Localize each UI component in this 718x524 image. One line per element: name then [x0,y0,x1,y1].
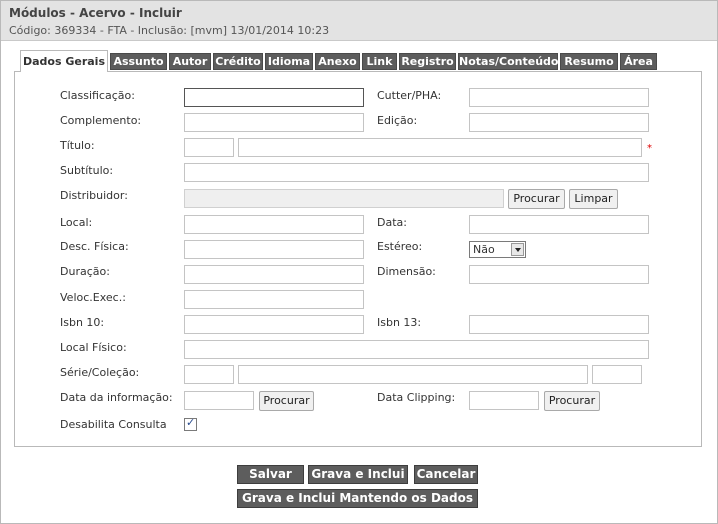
tab-idioma[interactable]: Idioma [265,53,313,70]
isbn10-input[interactable] [184,315,364,334]
record-info: Código: 369334 - FTA - Inclusão: [mvm] 1… [9,24,330,37]
serie-input[interactable] [238,365,588,384]
tab-link[interactable]: Link [362,53,397,70]
local-fisico-input[interactable] [184,340,649,359]
cancel-button[interactable]: Cancelar [414,465,478,484]
tab-autor[interactable]: Autor [169,53,211,70]
edicao-input[interactable] [469,113,649,132]
local-fisico-label: Local Físico: [60,341,127,354]
tab-registro[interactable]: Registro [399,53,456,70]
duracao-label: Duração: [60,265,110,278]
classificacao-label: Classificação: [60,89,135,102]
isbn10-label: Isbn 10: [60,316,105,329]
data-label: Data: [377,216,407,229]
duracao-input[interactable] [184,265,364,284]
titulo-label: Título: [60,139,95,152]
estereo-select[interactable]: Não [469,241,526,258]
tab-area[interactable]: Área [620,53,657,70]
data-informacao-procurar-button[interactable]: Procurar [259,391,314,411]
grava-inclui-mantendo-button[interactable]: Grava e Inclui Mantendo os Dados [237,489,478,508]
serie-number-input[interactable] [592,365,642,384]
data-informacao-input[interactable] [184,391,254,410]
cutter-input[interactable] [469,88,649,107]
classificacao-input[interactable] [184,88,364,107]
subtitulo-label: Subtítulo: [60,164,114,177]
local-label: Local: [60,216,93,229]
desabilita-label: Desabilita Consulta [60,418,167,431]
subtitulo-input[interactable] [184,163,649,182]
edicao-label: Edição: [377,114,418,127]
data-clipping-input[interactable] [469,391,539,410]
cutter-label: Cutter/PHA: [377,89,442,102]
veloc-input[interactable] [184,290,364,309]
titulo-input[interactable] [238,138,642,157]
isbn13-label: Isbn 13: [377,316,422,329]
local-input[interactable] [184,215,364,234]
complemento-input[interactable] [184,113,364,132]
grava-inclui-button[interactable]: Grava e Inclui [308,465,408,484]
estereo-value: Não [473,243,495,256]
data-informacao-label: Data da informação: [60,391,173,404]
chevron-down-icon[interactable] [511,243,524,256]
desc-fisica-input[interactable] [184,240,364,259]
distribuidor-limpar-button[interactable]: Limpar [569,189,618,209]
desc-fisica-label: Desc. Física: [60,240,129,253]
dimensao-label: Dimensão: [377,265,436,278]
save-button[interactable]: Salvar [237,465,304,484]
required-marker: * [647,143,652,154]
checkmark-icon: ✓ [186,416,196,429]
tab-credito[interactable]: Crédito [213,53,263,70]
tab-dados-gerais[interactable]: Dados Gerais [20,50,108,72]
desabilita-checkbox[interactable]: ✓ [184,416,197,431]
data-clipping-label: Data Clipping: [377,391,456,404]
estereo-label: Estéreo: [377,240,423,253]
distribuidor-label: Distribuidor: [60,189,128,202]
data-input[interactable] [469,215,649,234]
titulo-prefix-input[interactable] [184,138,234,157]
distribuidor-input [184,189,504,208]
serie-prefix-input[interactable] [184,365,234,384]
tab-anexo[interactable]: Anexo [315,53,360,70]
distribuidor-procurar-button[interactable]: Procurar [508,189,565,209]
veloc-label: Veloc.Exec.: [60,291,126,304]
complemento-label: Complemento: [60,114,142,127]
isbn13-input[interactable] [469,315,649,334]
page-title: Módulos - Acervo - Incluir [9,6,182,20]
serie-label: Série/Coleção: [60,366,140,379]
dimensao-input[interactable] [469,265,649,284]
tab-notas-conteudo[interactable]: Notas/Conteúdo [458,53,558,70]
page-header: Módulos - Acervo - Incluir Código: 36933… [1,1,717,41]
tab-resumo[interactable]: Resumo [560,53,618,70]
tab-assunto[interactable]: Assunto [110,53,167,70]
data-clipping-procurar-button[interactable]: Procurar [544,391,600,411]
